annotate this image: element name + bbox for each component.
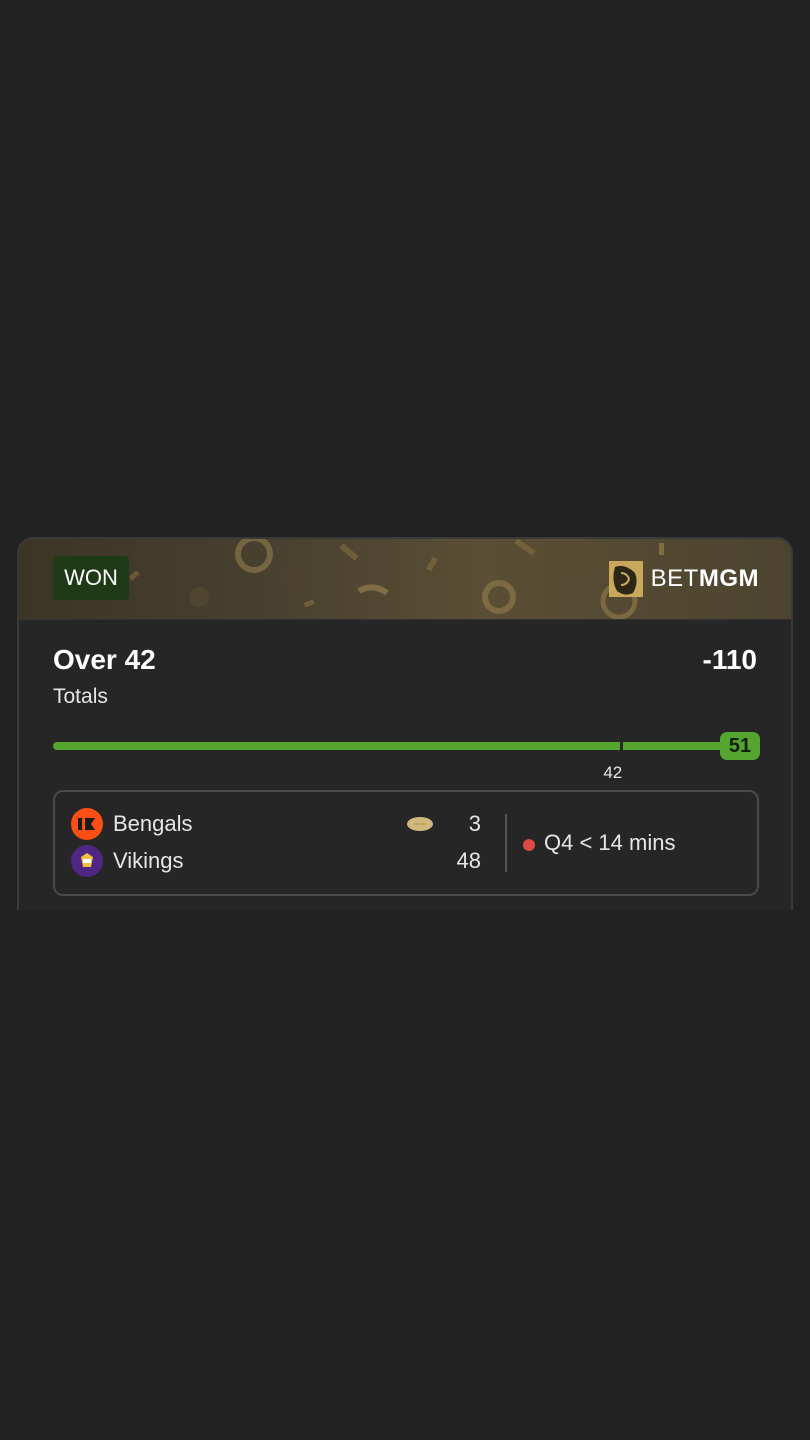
background-bottom — [0, 910, 810, 1440]
win-banner: WON BETMGM — [19, 539, 791, 620]
brand-suffix: MGM — [698, 565, 759, 592]
live-dot-icon — [523, 839, 535, 851]
bet-market: Totals — [53, 685, 108, 708]
scoreboard[interactable]: Bengals 3 Vikings 48 Q4 < 14 mins — [53, 790, 759, 896]
team-name: Vikings — [113, 848, 184, 873]
current-total-badge: 51 — [720, 732, 760, 760]
football-possession-icon — [407, 817, 433, 831]
line-marker — [619, 738, 623, 752]
bengals-logo-icon — [71, 808, 103, 840]
team-score: 3 — [468, 811, 481, 836]
bet-card[interactable]: WON BETMGM Over 42 -110 Totals 42 51 Ben… — [17, 537, 793, 910]
team-row-bengals: Bengals 3 — [71, 807, 481, 841]
team-score: 48 — [456, 848, 481, 873]
progress-track — [53, 742, 733, 750]
background-top — [0, 0, 810, 528]
game-clock-status: Q4 < 14 mins — [544, 830, 676, 855]
scoreboard-divider — [505, 814, 507, 872]
team-name: Bengals — [113, 811, 193, 836]
bet-selection: Over 42 — [53, 644, 156, 675]
line-label: 42 — [603, 763, 623, 782]
lion-icon — [608, 561, 643, 597]
won-badge: WON — [53, 556, 129, 600]
bet-odds: -110 — [702, 644, 758, 675]
team-row-vikings: Vikings 48 — [71, 844, 481, 878]
vikings-logo-icon — [71, 845, 103, 877]
brand-logo: BETMGM — [608, 559, 759, 599]
brand-prefix: BET — [650, 565, 699, 592]
